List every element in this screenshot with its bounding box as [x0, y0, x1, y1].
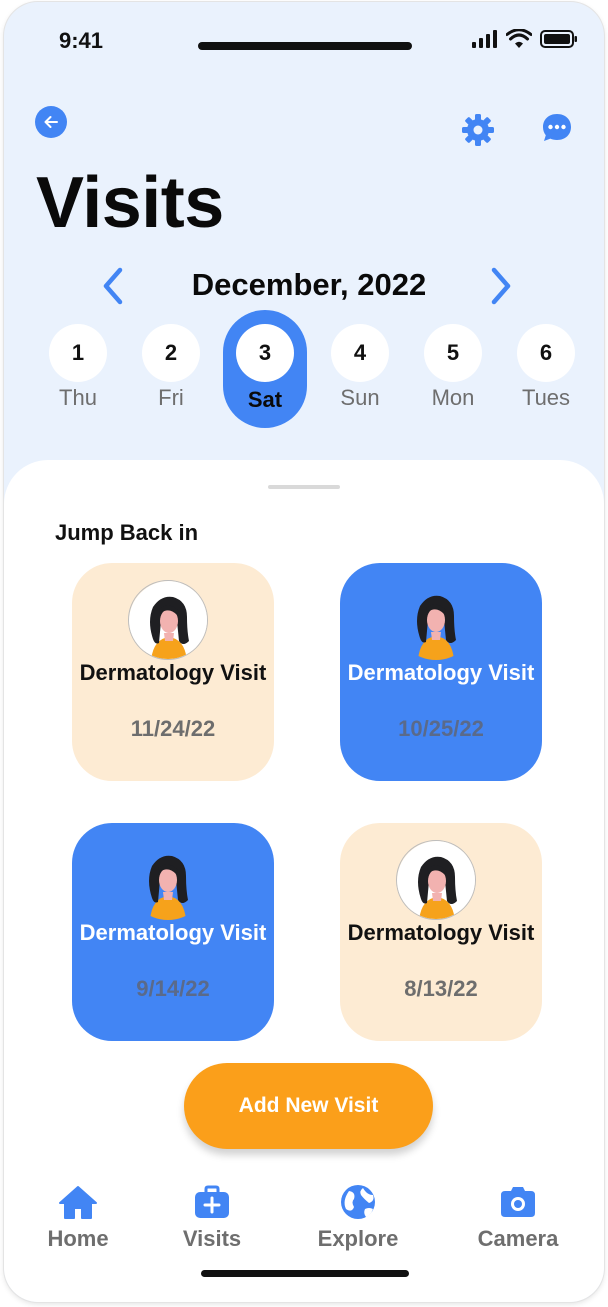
signal-icon [472, 30, 497, 48]
visit-card[interactable]: Dermatology Visit 11/24/22 [72, 563, 274, 781]
day-item-selected[interactable]: 3 Sat [223, 310, 307, 428]
nav-label: Camera [477, 1226, 559, 1251]
day-number: 1 [49, 324, 107, 382]
camera-icon [501, 1187, 535, 1217]
section-title: Jump Back in [55, 520, 199, 545]
day-number: 3 [236, 324, 294, 382]
chevron-left-icon[interactable] [98, 264, 128, 308]
visit-card-title: Dermatology Visit [79, 920, 267, 945]
visit-card-date: 11/24/22 [130, 716, 216, 741]
home-indicator [201, 1270, 409, 1277]
status-time: 9:41 [59, 28, 104, 53]
day-item[interactable]: 4 Sun [318, 310, 402, 428]
visit-card[interactable]: Dermatology Visit 10/25/22 [340, 563, 542, 781]
day-number: 2 [142, 324, 200, 382]
visit-card-title: Dermatology Visit [347, 920, 535, 945]
day-name: Sun [340, 385, 380, 410]
nav-visits[interactable]: Visits [152, 1182, 272, 1262]
day-item[interactable]: 5 Mon [411, 310, 495, 428]
globe-icon [341, 1185, 375, 1219]
day-item[interactable]: 6 Tues [504, 310, 588, 428]
medical-kit-icon [195, 1185, 229, 1218]
visit-card-date: 9/14/22 [136, 976, 210, 1001]
visit-card[interactable]: Dermatology Visit 9/14/22 [72, 823, 274, 1041]
day-name: Thu [59, 385, 97, 410]
sheet-handle[interactable] [268, 485, 340, 489]
day-number: 6 [517, 324, 575, 382]
notch-bar [198, 42, 412, 50]
day-selector: 1 Thu 2 Fri 3 Sat 4 Sun 5 Mon 6 Tues [4, 310, 604, 430]
chevron-right-icon[interactable] [486, 264, 516, 308]
arrow-left-icon [44, 116, 58, 128]
day-number: 4 [331, 324, 389, 382]
day-name: Sat [247, 387, 283, 412]
day-number: 5 [424, 324, 482, 382]
day-name: Tues [521, 385, 571, 410]
day-item[interactable]: 1 Thu [36, 310, 120, 428]
nav-home[interactable]: Home [18, 1182, 138, 1262]
status-icons [472, 29, 578, 49]
visits-sheet: Jump Back in Dermatology Visit 11/24/22 [4, 460, 604, 1302]
page-title: Visits [36, 163, 224, 243]
day-name: Fri [158, 385, 184, 410]
doctor-avatar [396, 580, 476, 660]
add-new-visit-button[interactable]: Add New Visit [184, 1063, 433, 1149]
visit-card-date: 10/25/22 [398, 716, 484, 741]
nav-explore[interactable]: Explore [298, 1182, 418, 1262]
nav-label: Explore [317, 1226, 399, 1251]
visit-card[interactable]: Dermatology Visit 8/13/22 [340, 823, 542, 1041]
nav-camera[interactable]: Camera [458, 1182, 578, 1262]
wifi-icon [506, 29, 532, 48]
visit-card-title: Dermatology Visit [79, 660, 267, 685]
phone-screen: 9:41 Visits December, 2022 1 Thu 2 Fri 3… [4, 2, 604, 1302]
day-name: Mon [431, 385, 475, 410]
day-item[interactable]: 2 Fri [129, 310, 213, 428]
home-icon [59, 1186, 97, 1219]
visit-card-date: 8/13/22 [404, 976, 478, 1001]
visit-card-title: Dermatology Visit [347, 660, 535, 685]
chat-bubble-icon[interactable] [539, 110, 575, 146]
doctor-avatar [396, 840, 476, 920]
gear-icon[interactable] [460, 112, 496, 148]
month-label: December, 2022 [191, 267, 427, 302]
nav-label: Visits [182, 1226, 242, 1251]
nav-label: Home [47, 1226, 109, 1251]
battery-icon [540, 30, 577, 48]
doctor-avatar [128, 840, 208, 920]
back-button[interactable] [35, 106, 67, 138]
doctor-avatar [128, 580, 208, 660]
